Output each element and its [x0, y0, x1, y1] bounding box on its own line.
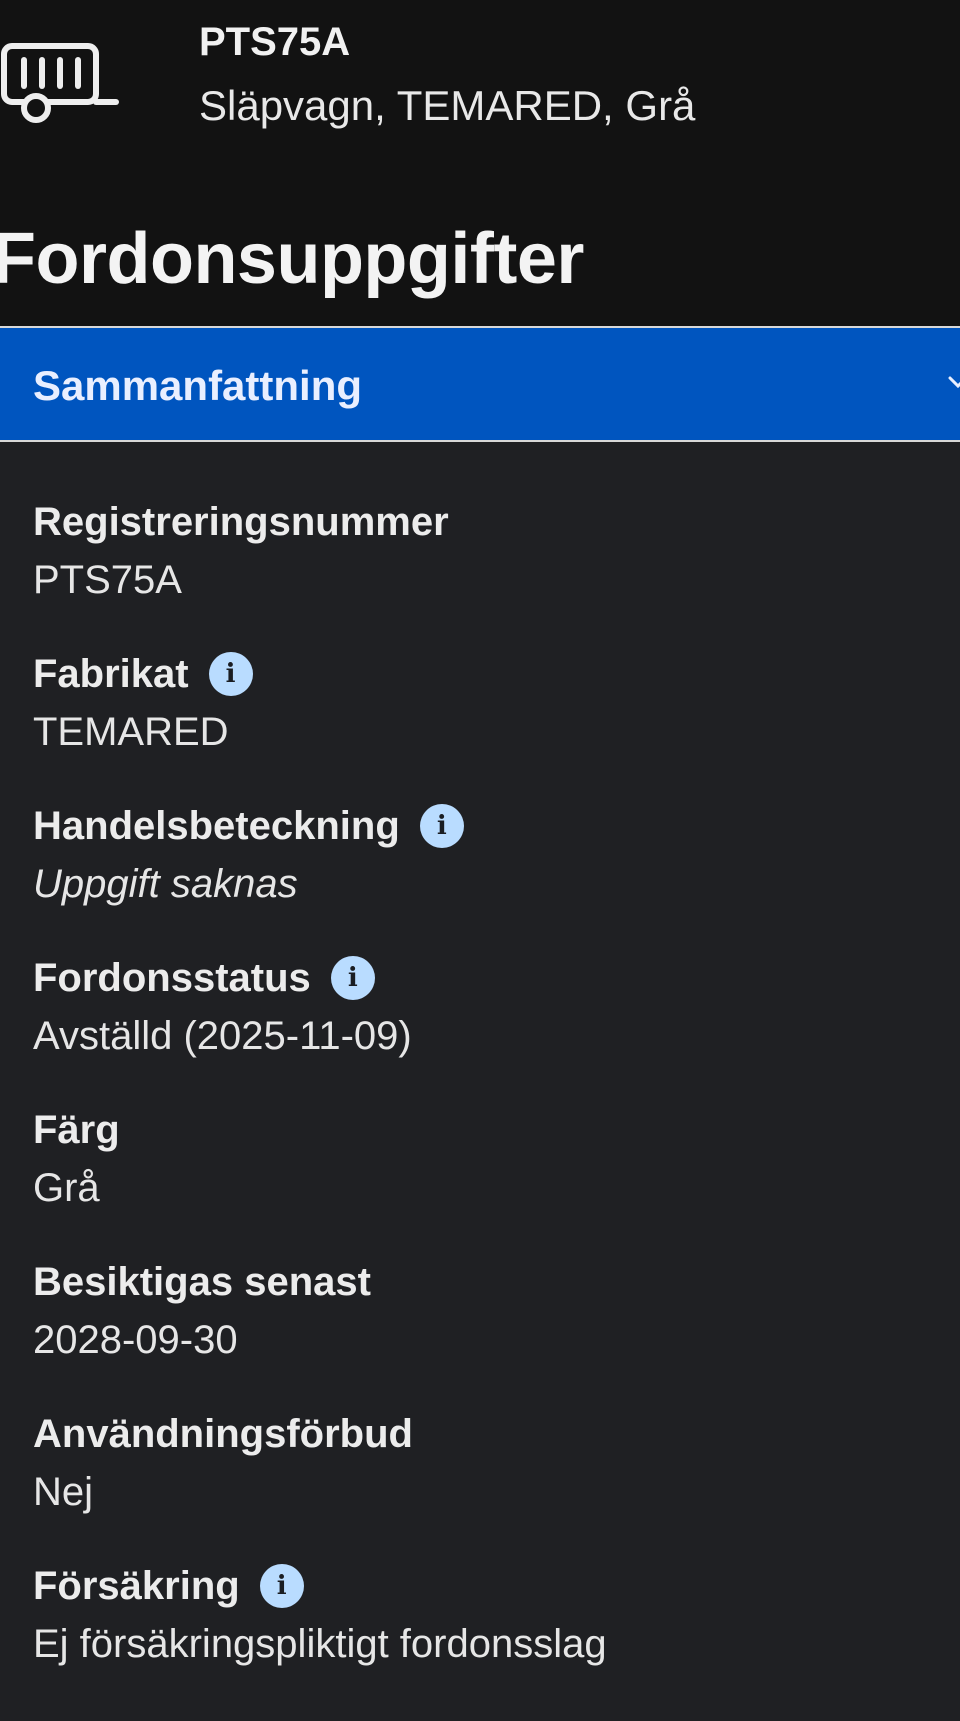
accordion-summary[interactable]: Sammanfattning [0, 328, 960, 440]
chevron-down-icon[interactable] [946, 370, 960, 394]
field-value: TEMARED [33, 710, 229, 754]
field-label: Besiktigas senast [33, 1259, 371, 1304]
field-label: Registreringsnummer [33, 499, 449, 544]
info-icon[interactable]: i [330, 956, 375, 1000]
info-icon[interactable]: i [259, 1564, 304, 1608]
vehicle-plate: PTS75A [199, 20, 351, 64]
field-handelsbeteckning: Handelsbeteckning i Uppgift saknas [33, 796, 933, 948]
field-value: PTS75A [33, 558, 182, 602]
field-farg: Färg Grå [33, 1100, 933, 1252]
field-label: Handelsbeteckning [33, 803, 400, 848]
accordion-label: Sammanfattning [33, 362, 363, 409]
field-label: Färg [33, 1107, 120, 1152]
info-icon[interactable]: i [419, 804, 464, 848]
field-fabrikat: Fabrikat i TEMARED [33, 644, 933, 796]
field-registreringsnummer: Registreringsnummer PTS75A [33, 492, 933, 644]
trailer-icon [1, 43, 119, 123]
divider [0, 440, 960, 442]
vehicle-header: PTS75A Släpvagn, TEMARED, Grå Fordonsupp… [0, 0, 960, 326]
vehicle-description: Släpvagn, TEMARED, Grå [199, 82, 696, 129]
info-icon[interactable]: i [208, 652, 253, 696]
field-value: Grå [33, 1166, 100, 1210]
field-anvandningsforbud: Användningsförbud Nej [33, 1404, 933, 1556]
field-label: Fordonsstatus [33, 955, 311, 1000]
field-value: Uppgift saknas [33, 862, 298, 906]
field-forsakring: Försäkring i Ej försäkringspliktigt ford… [33, 1556, 933, 1708]
field-label: Användningsförbud [33, 1411, 413, 1456]
page-title: Fordonsuppgifter [0, 219, 584, 299]
summary-details: Registreringsnummer PTS75A Fabrikat i TE… [33, 492, 933, 1708]
field-value: Avställd (2025-11-09) [33, 1014, 412, 1058]
field-fordonsstatus: Fordonsstatus i Avställd (2025-11-09) [33, 948, 933, 1100]
field-besiktigas-senast: Besiktigas senast 2028-09-30 [33, 1252, 933, 1404]
field-label: Försäkring [33, 1563, 240, 1608]
field-value: Nej [33, 1470, 94, 1514]
field-value: Ej försäkringspliktigt fordonsslag [33, 1622, 607, 1666]
field-value: 2028-09-30 [33, 1318, 238, 1362]
field-label: Fabrikat [33, 651, 189, 696]
